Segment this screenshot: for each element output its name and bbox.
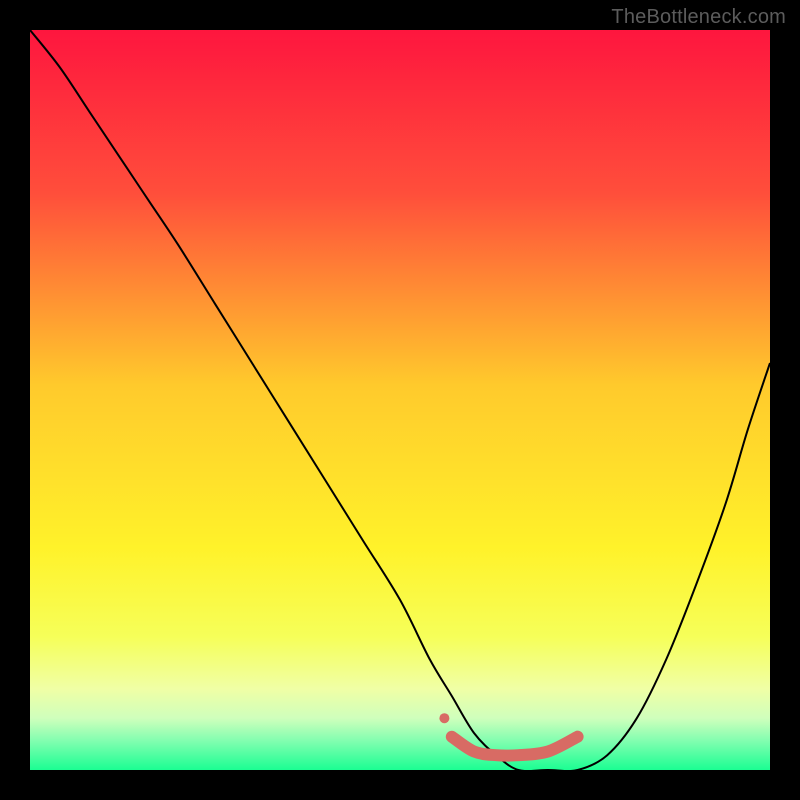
plot-area [30,30,770,770]
bottleneck-curve [30,30,770,770]
optimal-region [452,737,578,756]
curve-overlay [30,30,770,770]
marker-dot [439,713,449,723]
chart-frame: TheBottleneck.com [0,0,800,800]
watermark-text: TheBottleneck.com [611,6,786,29]
